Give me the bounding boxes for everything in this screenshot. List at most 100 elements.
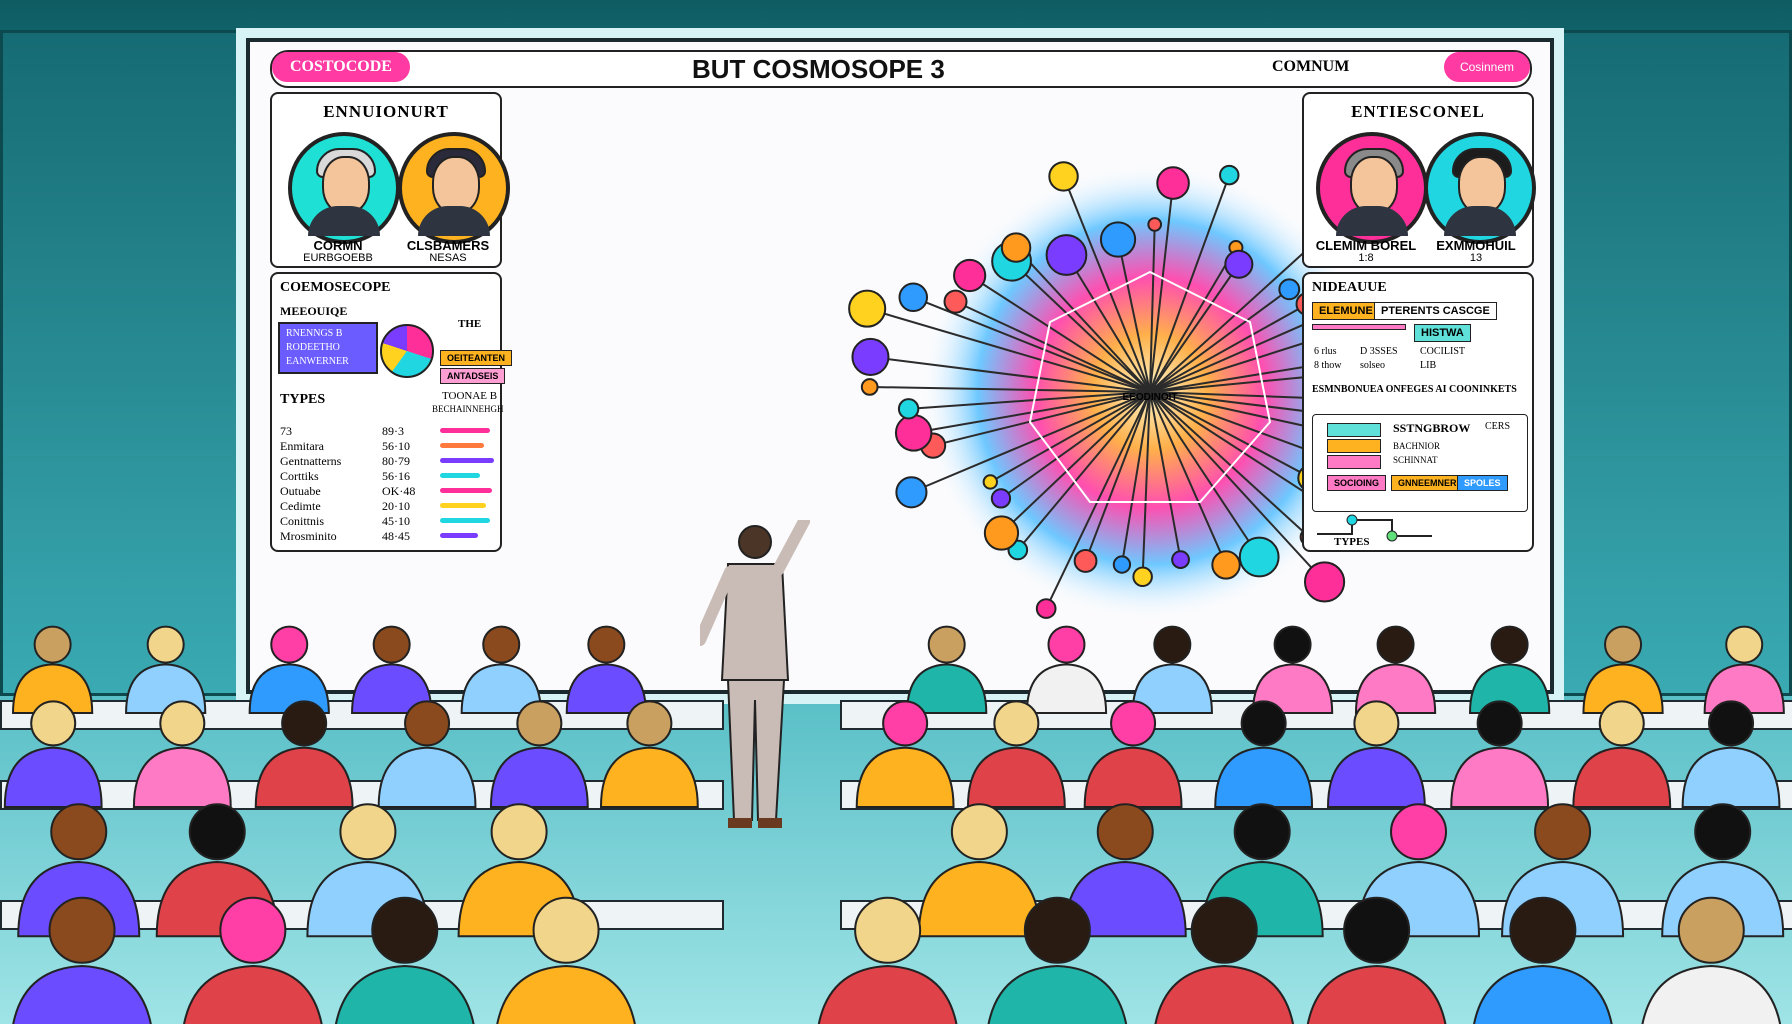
tag: ANTADSEIS — [440, 368, 506, 384]
student-head — [1023, 896, 1091, 964]
flow-badge: CERS — [1485, 421, 1511, 432]
legend-bar — [440, 488, 492, 493]
network-center-label: EEODINOIT — [1122, 392, 1177, 403]
student-body — [1214, 746, 1314, 808]
student-head — [1353, 700, 1400, 747]
student-body — [1154, 964, 1294, 1024]
student-head — [854, 896, 922, 964]
student-head — [1110, 700, 1157, 747]
student-body — [254, 746, 354, 808]
network-node — [1000, 232, 1032, 263]
legend-bar — [440, 473, 480, 478]
mini-text: 6 rlus — [1314, 346, 1337, 357]
student-body — [817, 964, 958, 1024]
student-head — [1490, 625, 1529, 664]
list-item-value: 80·79 — [382, 454, 410, 468]
person-sub: 13 — [1469, 252, 1483, 264]
network-node — [1238, 536, 1280, 578]
student-head — [1708, 700, 1755, 747]
mini-text: 8 thow — [1314, 360, 1342, 371]
left-people-panel: ENNUIONURT CORMN EURBGOEBB CLSBAMERS NES… — [270, 92, 510, 268]
student-head — [33, 625, 72, 664]
student-body — [489, 746, 589, 808]
presentation-board: COSTOCODE BUT COSMOSOPE 3 COMNUM Cosinne… — [246, 38, 1554, 694]
legend-bar — [440, 443, 484, 448]
student-head — [146, 625, 185, 664]
section-title: NIDEAUUE — [1312, 280, 1387, 295]
student-body — [3, 746, 103, 808]
student-body — [565, 663, 647, 714]
list-item-value: OK·48 — [382, 484, 416, 498]
flow-item: BACHNIOR — [1393, 441, 1441, 451]
student-body — [1450, 746, 1550, 808]
tag: PTERENTS CASCGE — [1374, 302, 1497, 320]
student-head — [1376, 625, 1415, 664]
student-head — [1476, 700, 1523, 747]
list-item-value: 20·10 — [382, 499, 410, 513]
list-item-value: 89·3 — [382, 424, 404, 438]
tag: ELEMUNE — [1312, 302, 1380, 320]
network-node — [851, 337, 890, 376]
list-item: Corttiks — [280, 469, 319, 483]
student-body — [855, 746, 955, 808]
student-body — [987, 964, 1128, 1024]
person-sub: NESAS — [429, 252, 467, 264]
student-head — [1153, 625, 1192, 664]
list-item: Enmitara — [280, 439, 324, 453]
student-head — [1534, 803, 1592, 861]
list-item-value: 56·16 — [382, 469, 410, 483]
student-head — [1273, 625, 1312, 664]
student-body — [1306, 964, 1447, 1024]
network-node — [1278, 278, 1301, 301]
network-node — [1112, 555, 1132, 574]
network-node — [848, 289, 887, 328]
list-item: Gentnatterns — [280, 454, 342, 468]
left-stats-panel: COEMOSECOPE MEEOUIQE RNENNGS B RODEETHO … — [270, 272, 513, 552]
network-node — [860, 378, 879, 396]
student-body — [599, 746, 699, 808]
mini-text: COCILIST — [1420, 346, 1465, 357]
student-head — [490, 803, 548, 861]
list-item: Outuabe — [280, 484, 321, 498]
right-wall-panel — [1526, 30, 1792, 696]
student-body — [1473, 964, 1613, 1024]
flow-chip — [1327, 439, 1381, 453]
flow-chip — [1327, 455, 1381, 469]
student-head — [626, 700, 673, 747]
network-node — [953, 258, 987, 293]
network-node — [1211, 550, 1241, 580]
network-node — [1099, 221, 1137, 258]
mini-text: LIB — [1420, 360, 1437, 371]
network-node — [1073, 549, 1098, 573]
student-body — [183, 964, 323, 1024]
mini-text: solseo — [1360, 360, 1385, 371]
legend-bar — [440, 503, 486, 508]
legend-bar — [440, 458, 494, 463]
toonae-label: TOONAE B — [442, 390, 498, 402]
types-label: TYPES — [280, 392, 326, 407]
student-head — [1390, 803, 1448, 861]
student-head — [950, 803, 1008, 861]
section-title: COEMOSECOPE — [280, 280, 391, 295]
tag: HISTWA — [1414, 324, 1471, 342]
student-head — [1598, 700, 1645, 747]
student-head — [281, 700, 328, 747]
network-node — [895, 476, 928, 509]
student-head — [927, 625, 966, 664]
board-title: BUT COSMOSOPE 3 — [692, 54, 945, 84]
blue-info-box: RNENNGS B RODEETHO EANWERNER — [278, 322, 378, 374]
types-label: TYPES — [1334, 536, 1370, 548]
avatar — [1316, 132, 1428, 244]
left-wall-panel — [0, 30, 266, 696]
person-name: CLSBAMERS — [406, 238, 490, 253]
network-node — [1303, 561, 1346, 603]
student-body — [132, 746, 232, 808]
flow-box: SSTNGBROW CERS BACHNIOR SCHINNAT SOCIOIN… — [1312, 414, 1528, 512]
student-head — [482, 625, 521, 664]
student-body — [496, 964, 636, 1024]
network-node — [1156, 166, 1190, 200]
network-node — [1048, 161, 1079, 192]
mini-text: D 3SSES — [1360, 346, 1398, 357]
student-body — [917, 860, 1041, 938]
flow-item: SOCIOING — [1327, 475, 1387, 491]
